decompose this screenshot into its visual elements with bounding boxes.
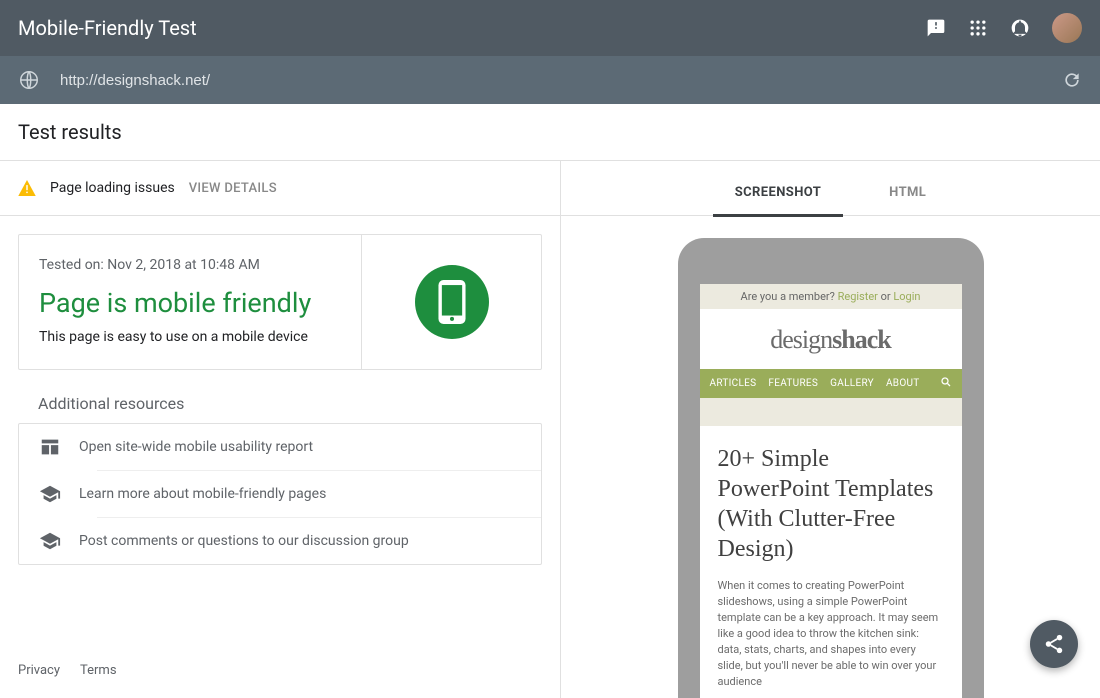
resource-label: Open site-wide mobile usability report	[79, 439, 313, 455]
web-icon	[39, 436, 61, 458]
privacy-link[interactable]: Privacy	[18, 663, 60, 678]
header-actions	[926, 13, 1082, 43]
view-details-button[interactable]: VIEW DETAILS	[189, 181, 277, 196]
feedback-icon[interactable]	[926, 18, 946, 38]
search-icon	[940, 376, 952, 391]
resource-label: Learn more about mobile-friendly pages	[79, 486, 326, 502]
right-panel: SCREENSHOT HTML Are you a member? Regist…	[561, 161, 1100, 698]
issues-text: Page loading issues	[50, 180, 175, 196]
preview-article: 20+ Simple PowerPoint Templates (With Cl…	[700, 426, 962, 690]
left-panel: Page loading issues VIEW DETAILS Tested …	[0, 161, 561, 698]
tested-on-label: Tested on: Nov 2, 2018 at 10:48 AM	[39, 257, 341, 273]
apps-icon[interactable]	[968, 18, 988, 38]
device-frame: Are you a member? Register or Login desi…	[678, 238, 984, 698]
notifications-icon[interactable]	[1010, 18, 1030, 38]
globe-icon	[18, 69, 40, 91]
preview-nav: ARTICLES FEATURES GALLERY ABOUT	[700, 369, 962, 398]
warning-icon	[18, 180, 36, 196]
result-card: Tested on: Nov 2, 2018 at 10:48 AM Page …	[18, 234, 542, 370]
resource-usability-report[interactable]: Open site-wide mobile usability report	[19, 424, 541, 470]
preview-nav-item: ARTICLES	[710, 378, 757, 389]
terms-link[interactable]: Terms	[80, 663, 117, 678]
phone-icon	[437, 280, 467, 324]
reload-icon[interactable]	[1062, 70, 1082, 90]
resources-list: Open site-wide mobile usability report L…	[18, 423, 542, 565]
share-icon	[1043, 633, 1065, 655]
issues-bar: Page loading issues VIEW DETAILS	[0, 161, 560, 216]
result-subtitle: This page is easy to use on a mobile dev…	[39, 329, 341, 345]
graduation-icon	[39, 530, 61, 552]
app-header: Mobile-Friendly Test	[0, 0, 1100, 56]
app-title: Mobile-Friendly Test	[18, 16, 926, 40]
preview-nav-item: FEATURES	[768, 378, 818, 389]
avatar[interactable]	[1052, 13, 1082, 43]
preview-tabs: SCREENSHOT HTML	[561, 161, 1100, 216]
resource-label: Post comments or questions to our discus…	[79, 533, 409, 549]
resource-discussion[interactable]: Post comments or questions to our discus…	[19, 518, 541, 564]
preview-logo: designshack	[700, 309, 962, 369]
preview-register-link: Register	[838, 290, 878, 303]
url-input[interactable]	[60, 72, 1062, 89]
preview-member-text: Are you a member?	[741, 290, 838, 303]
url-bar	[0, 56, 1100, 104]
resource-learn-more[interactable]: Learn more about mobile-friendly pages	[19, 471, 541, 517]
preview-topstrip: Are you a member? Register or Login	[700, 284, 962, 309]
resources-heading: Additional resources	[0, 388, 560, 423]
page-title: Test results	[0, 104, 1100, 161]
footer-links: Privacy Terms	[18, 663, 117, 678]
device-screen: Are you a member? Register or Login desi…	[700, 284, 962, 698]
result-title: Page is mobile friendly	[39, 287, 341, 319]
tab-html[interactable]: HTML	[885, 177, 930, 217]
preview-article-body: When it comes to creating PowerPoint sli…	[718, 578, 944, 690]
preview-nav-item: GALLERY	[830, 378, 874, 389]
preview-nav-item: ABOUT	[886, 378, 920, 389]
preview-article-title: 20+ Simple PowerPoint Templates (With Cl…	[718, 444, 944, 564]
graduation-icon	[39, 483, 61, 505]
preview-login-link: Login	[893, 290, 920, 303]
mobile-friendly-badge	[415, 265, 489, 339]
tab-screenshot[interactable]: SCREENSHOT	[731, 177, 825, 217]
share-button[interactable]	[1030, 620, 1078, 668]
